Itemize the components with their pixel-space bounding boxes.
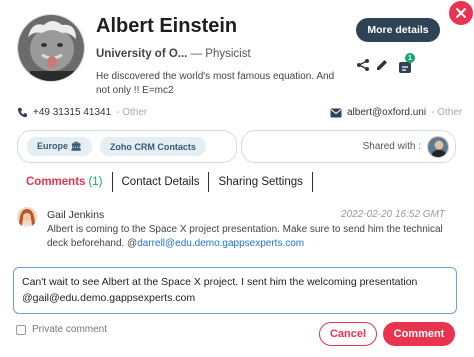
email-address[interactable]: albert@oxford.uni bbox=[347, 107, 426, 118]
phone-icon bbox=[17, 107, 28, 118]
submit-comment-button[interactable]: Comment bbox=[383, 322, 455, 346]
tags-container: Europe 🏛 Zoho CRM Contacts bbox=[17, 130, 237, 163]
avatar bbox=[17, 14, 85, 82]
edit-icon[interactable] bbox=[374, 57, 390, 73]
bio-text: He discovered the world's most famous eq… bbox=[96, 71, 335, 96]
phone-line: +49 31315 41341 - Other bbox=[17, 107, 147, 118]
comments-count: (1) bbox=[88, 176, 103, 188]
contact-name: Albert Einstein bbox=[96, 15, 238, 37]
tag-europe[interactable]: Europe 🏛 bbox=[27, 137, 92, 156]
shared-with-label: Shared with : bbox=[362, 141, 421, 152]
organization-line: University of O... — Physicist bbox=[96, 48, 251, 60]
comment-text: Albert is coming to the Space X project … bbox=[47, 223, 462, 251]
tab-comments[interactable]: Comments (1) bbox=[17, 172, 112, 192]
comment-date: 2022-02-20 16:52 GMT bbox=[341, 209, 445, 220]
mail-icon bbox=[330, 108, 342, 117]
shared-with-container[interactable]: Shared with : bbox=[241, 130, 456, 163]
phone-number[interactable]: +49 31315 41341 bbox=[33, 107, 111, 118]
notification-badge: 1 bbox=[405, 53, 415, 63]
organization: University of O... bbox=[96, 48, 188, 60]
email-line: albert@oxford.uni - Other bbox=[330, 107, 462, 118]
private-comment-checkbox[interactable] bbox=[16, 324, 26, 335]
comment-editor[interactable]: Can't wait to see Albert at the Space X … bbox=[13, 267, 457, 314]
org-separator: — bbox=[190, 48, 203, 60]
tab-bar: Comments (1) Contact Details Sharing Set… bbox=[17, 171, 313, 193]
comment-author-avatar bbox=[17, 207, 37, 227]
job-title: Physicist bbox=[205, 48, 251, 60]
comment-mention[interactable]: darrell@edu.demo.gappsexperts.com bbox=[137, 238, 304, 249]
tab-contact-details[interactable]: Contact Details bbox=[113, 172, 209, 192]
close-icon bbox=[456, 8, 466, 18]
private-comment-option[interactable]: Private comment bbox=[16, 324, 107, 335]
tab-divider bbox=[311, 172, 313, 192]
tag-zoho-crm-contacts[interactable]: Zoho CRM Contacts bbox=[99, 137, 206, 156]
phone-type: - Other bbox=[116, 107, 148, 118]
close-button[interactable] bbox=[449, 1, 473, 25]
email-type: - Other bbox=[431, 107, 463, 118]
more-details-button[interactable]: More details bbox=[356, 18, 440, 42]
share-icon[interactable] bbox=[355, 57, 371, 73]
shared-user-avatar[interactable] bbox=[427, 135, 449, 158]
private-comment-label: Private comment bbox=[32, 324, 108, 335]
tab-comments-label: Comments bbox=[26, 176, 86, 188]
tab-sharing-settings[interactable]: Sharing Settings bbox=[209, 172, 311, 192]
cancel-button[interactable]: Cancel bbox=[319, 322, 377, 346]
comment-author: Gail Jenkins bbox=[47, 209, 105, 221]
